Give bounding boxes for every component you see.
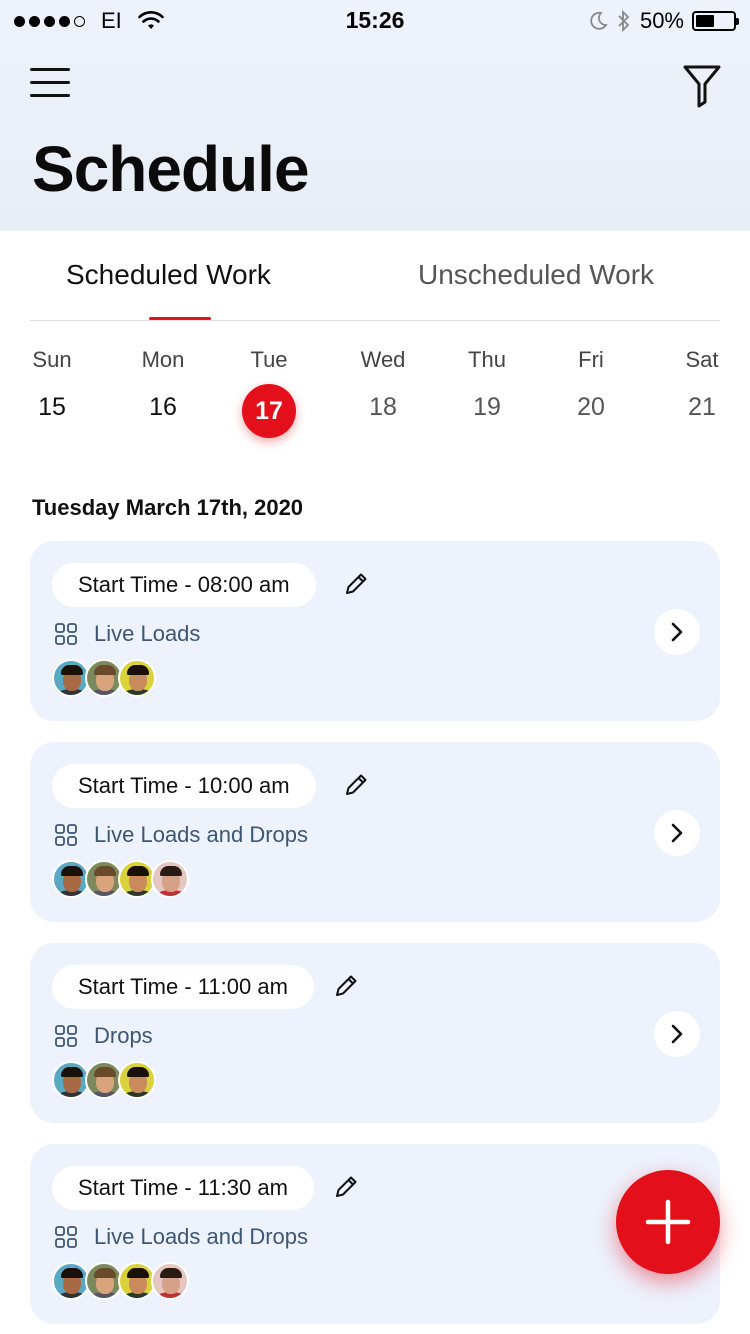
task-label: Drops xyxy=(94,1023,153,1048)
pencil-icon[interactable] xyxy=(333,1174,359,1200)
day-number: 21 xyxy=(688,393,716,421)
battery-fill xyxy=(696,15,714,27)
schedule-card[interactable]: Start Time - 11:00 am Drops xyxy=(30,943,720,1123)
task-row: Live Loads xyxy=(54,619,200,649)
day-number: 15 xyxy=(38,393,66,421)
day-tue[interactable]: Tue 17 xyxy=(229,347,309,438)
day-thu[interactable]: Thu 19 xyxy=(447,347,527,427)
day-name: Sun xyxy=(32,347,72,372)
task-row: Live Loads and Drops xyxy=(54,820,308,850)
date-heading: Tuesday March 17th, 2020 xyxy=(32,495,304,520)
grid-icon xyxy=(55,1025,77,1047)
moon-icon xyxy=(590,11,608,30)
avatar[interactable] xyxy=(118,1061,156,1099)
day-name: Wed xyxy=(360,347,406,372)
add-schedule-button[interactable] xyxy=(616,1170,720,1274)
bluetooth-icon xyxy=(618,9,630,33)
day-number: 16 xyxy=(149,393,177,421)
tab-scheduled-work[interactable]: Scheduled Work xyxy=(66,259,271,291)
chevron-right-icon xyxy=(671,823,683,843)
task-label: Live Loads and Drops xyxy=(94,1224,309,1249)
status-right: 50% xyxy=(588,8,739,34)
avatar[interactable] xyxy=(118,659,156,697)
day-name: Sat xyxy=(685,347,719,372)
start-time-pill: Start Time - 08:00 am xyxy=(52,563,316,607)
grid-icon xyxy=(55,623,77,645)
grid-icon xyxy=(55,1226,77,1248)
filter-icon xyxy=(683,65,721,108)
assignee-avatars xyxy=(52,1262,189,1300)
day-wed[interactable]: Wed 18 xyxy=(343,347,423,427)
battery-icon xyxy=(692,11,739,31)
start-time-pill: Start Time - 11:00 am xyxy=(52,965,314,1009)
tab-bar: Scheduled Work Unscheduled Work xyxy=(30,231,720,321)
week-strip: Sun 15 Mon 16 Tue 17 Wed 18 Thu 19 Fri 2… xyxy=(0,347,750,438)
start-time-pill: Start Time - 11:30 am xyxy=(52,1166,314,1210)
task-row: Live Loads and Drops xyxy=(54,1222,308,1252)
day-number: 20 xyxy=(577,393,605,421)
start-time-pill: Start Time - 10:00 am xyxy=(52,764,316,808)
schedule-card[interactable]: Start Time - 08:00 am Live Loads xyxy=(30,541,720,721)
day-number: 18 xyxy=(369,393,397,421)
day-sun[interactable]: Sun 15 xyxy=(12,347,92,427)
assignee-avatars xyxy=(52,659,156,697)
task-label: Live Loads xyxy=(94,621,201,646)
day-name: Fri xyxy=(578,347,604,372)
day-fri[interactable]: Fri 20 xyxy=(551,347,631,427)
filter-button[interactable] xyxy=(682,64,722,108)
day-sat[interactable]: Sat 21 xyxy=(662,347,742,427)
day-number-selected: 17 xyxy=(242,384,296,438)
day-name: Mon xyxy=(141,347,185,372)
schedule-card[interactable]: Start Time - 10:00 am Live Loads and Dro… xyxy=(30,742,720,922)
open-card-button[interactable] xyxy=(654,609,700,655)
avatar[interactable] xyxy=(151,860,189,898)
tab-unscheduled-work[interactable]: Unscheduled Work xyxy=(418,259,654,291)
day-mon[interactable]: Mon 16 xyxy=(123,347,203,427)
battery-percent: 50% xyxy=(639,8,684,33)
pencil-icon[interactable] xyxy=(343,571,369,597)
page-title: Schedule xyxy=(32,133,310,205)
day-number: 19 xyxy=(473,393,501,421)
grid-icon xyxy=(55,824,77,846)
assignee-avatars xyxy=(52,1061,156,1099)
hamburger-icon xyxy=(30,68,70,71)
day-name: Thu xyxy=(468,347,506,372)
task-label: Live Loads and Drops xyxy=(94,822,309,847)
chevron-right-icon xyxy=(671,622,683,642)
status-bar: EI 15:26 50% xyxy=(0,0,750,40)
chevron-right-icon xyxy=(671,1024,683,1044)
plus-icon xyxy=(645,1199,691,1245)
open-card-button[interactable] xyxy=(654,1011,700,1057)
pencil-icon[interactable] xyxy=(343,772,369,798)
day-name: Tue xyxy=(250,347,288,372)
task-row: Drops xyxy=(54,1021,153,1051)
menu-button[interactable] xyxy=(30,68,70,100)
tab-active-indicator xyxy=(149,317,211,320)
pencil-icon[interactable] xyxy=(333,973,359,999)
open-card-button[interactable] xyxy=(654,810,700,856)
avatar[interactable] xyxy=(151,1262,189,1300)
assignee-avatars xyxy=(52,860,189,898)
